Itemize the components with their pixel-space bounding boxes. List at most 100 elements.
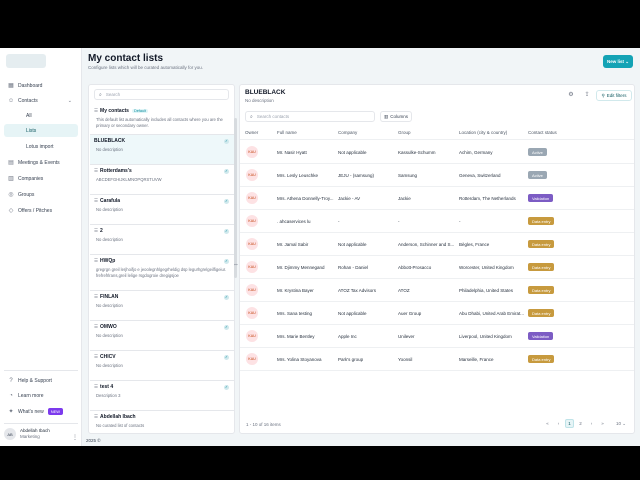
- sidebar-item-lists[interactable]: Lists: [4, 124, 78, 137]
- list-item[interactable]: ☰ HWQp gregrgn greil lerjhoifjo e jeooleg…: [90, 255, 234, 291]
- sidebar-item-lotus-import[interactable]: Lotus import: [4, 140, 78, 153]
- search-icon: ⌕: [250, 113, 253, 120]
- table-row[interactable]: KAU Mr. Djimmy Mennegand Rohan - Daniel Abb…: [240, 256, 634, 279]
- list-icon: ☰: [94, 294, 99, 299]
- header-divider: [240, 139, 634, 140]
- cell-name: Mrs. Marie Bentley: [277, 334, 315, 339]
- list-title: BLUEBLACK: [245, 89, 286, 96]
- page-2-button[interactable]: 2: [576, 419, 585, 428]
- list-item[interactable]: ☰ Carafula No description ✓: [90, 195, 234, 225]
- column-header-group[interactable]: Group: [398, 130, 411, 135]
- settings-icon[interactable]: ⚙: [567, 91, 575, 99]
- list-description: No description: [96, 147, 123, 152]
- check-icon: ✓: [224, 325, 229, 330]
- sidebar-item-all[interactable]: All: [4, 109, 78, 122]
- list-item[interactable]: ☰ test 4 Description 3 ✓: [90, 381, 234, 411]
- table-row[interactable]: KAU Mr. Jamal Sabir Not applicable Anderson…: [240, 233, 634, 256]
- status-badge: Data entry: [528, 355, 555, 363]
- cell-name: Mrs. Yolina Stoyanova: [277, 357, 322, 362]
- cell-company: Not applicable: [338, 311, 367, 316]
- sidebar-item-help[interactable]: ? Help & Support: [4, 374, 78, 387]
- list-icon: ☰: [94, 324, 99, 329]
- table-row[interactable]: KAU Mr. Krystina Bayer ATOZ Tax Advisors AT…: [240, 279, 634, 302]
- table-row[interactable]: KAU Mrs. Athena Donnelly-Troy... Jackie - …: [240, 187, 634, 210]
- list-item[interactable]: ☰ FINLAN No description ✓: [90, 291, 234, 321]
- contacts-search-input[interactable]: ⌕ Search contacts: [245, 111, 375, 122]
- sidebar-item-learn-more[interactable]: ◔ Learn more: [4, 389, 78, 402]
- dashboard-icon: ▦: [8, 82, 14, 89]
- sidebar-item-contacts[interactable]: ☺ Contacts ⌄: [4, 94, 78, 107]
- cell-name: Mrs. Athena Donnelly-Troy...: [277, 196, 334, 201]
- cell-group: Yoonsil: [398, 357, 413, 362]
- list-description: No description: [96, 303, 123, 308]
- chevron-down-icon: ⌄: [67, 97, 72, 104]
- sidebar-item-dashboard[interactable]: ▦ Dashboard: [4, 79, 78, 92]
- list-description: No description: [96, 237, 123, 242]
- table-row[interactable]: KAU Mrs. Marie Bentley Apple Inc Unilever Li…: [240, 325, 634, 348]
- avatar: AB: [4, 428, 16, 440]
- first-page-button[interactable]: «: [543, 419, 552, 428]
- next-page-button[interactable]: ›: [587, 419, 596, 428]
- list-item[interactable]: ☰ CHICV No description ✓: [90, 351, 234, 381]
- list-item[interactable]: ☰ Abdellah Ibach No curated list of conta…: [90, 411, 234, 433]
- user-profile[interactable]: AB Abdellah Ibach Marketing: [4, 428, 50, 440]
- user-role: Marketing: [20, 434, 40, 439]
- cell-location: Worcester, United Kingdom: [459, 265, 514, 270]
- cell-group: ATOZ: [398, 288, 410, 293]
- page-size-select[interactable]: 10 ⌄: [612, 419, 630, 428]
- list-icon: ☰: [94, 258, 99, 263]
- cell-group: Kassulke-Schumm: [398, 150, 436, 155]
- export-icon[interactable]: ⇪: [583, 91, 591, 99]
- list-item[interactable]: ☰ OMWO No description ✓: [90, 321, 234, 351]
- cell-company: Not applicable: [338, 150, 367, 155]
- prev-page-button[interactable]: ‹: [554, 419, 563, 428]
- more-options-icon[interactable]: ⋮: [72, 434, 78, 441]
- column-header-full-name[interactable]: Full name: [277, 130, 297, 135]
- table-row[interactable]: KAU Mrs. Sana testing Not applicable Auer G…: [240, 302, 634, 325]
- list-item[interactable]: ☰ My contacts Default This default list au…: [90, 105, 234, 135]
- new-list-button[interactable]: New list ⌄: [603, 55, 633, 68]
- cell-name: Mrs. Sana testing: [277, 311, 313, 316]
- column-header-owner[interactable]: Owner: [245, 130, 258, 135]
- column-header-status[interactable]: Contact status: [528, 130, 557, 135]
- cell-name: Mr. Djimmy Mennegand: [277, 265, 325, 270]
- sidebar-item-groups[interactable]: ◎ Groups: [4, 188, 78, 201]
- cell-name: Mrs. Lesly Leuschke: [277, 173, 319, 178]
- page-1-button[interactable]: 1: [565, 419, 574, 428]
- pagination-summary: 1 - 10 of 16 items: [246, 422, 281, 427]
- sidebar-item-offers[interactable]: ◇ Offers / Pitches: [4, 204, 78, 217]
- sidebar-item-meetings[interactable]: ▤ Meetings & Events: [4, 156, 78, 169]
- status-badge: Active: [528, 171, 547, 179]
- table-row[interactable]: KAU . ahcaservices lu - - - Data entry: [240, 210, 634, 233]
- check-icon: ✓: [224, 295, 229, 300]
- lists-scrollbar[interactable]: [234, 118, 237, 278]
- filter-icon: ⚲: [601, 92, 605, 98]
- column-header-company[interactable]: Company: [338, 130, 357, 135]
- list-item[interactable]: BLUEBLACK No description ✓: [90, 135, 234, 165]
- list-item[interactable]: ☰ Rotterdams's ABCDEFGHIJKLMNOPQRSTUVW ✓: [90, 165, 234, 195]
- check-icon: ✓: [224, 259, 229, 264]
- table-row[interactable]: KAU Mrs. Yolina Stoyanova Park's group Yoon…: [240, 348, 634, 371]
- last-page-button[interactable]: »: [598, 419, 607, 428]
- table-row[interactable]: KAU Mr. Nasir Hyatt Not applicable Kassulke…: [240, 141, 634, 164]
- cell-company: Apple Inc: [338, 334, 357, 339]
- sparkle-icon: ✦: [8, 408, 14, 415]
- sidebar-item-companies[interactable]: ▥ Companies: [4, 172, 78, 185]
- calendar-icon: ▤: [8, 159, 14, 166]
- list-search-input[interactable]: ⌕ Search: [94, 89, 229, 100]
- sidebar-item-whats-new[interactable]: ✦ What's new NEW: [4, 405, 78, 418]
- cell-location: Achim, Germany: [459, 150, 493, 155]
- list-item[interactable]: ☰ 2 No description ✓: [90, 225, 234, 255]
- default-badge: Default: [131, 109, 148, 113]
- cell-group: -: [398, 219, 400, 224]
- list-icon: ☰: [94, 414, 99, 419]
- table-row[interactable]: KAU Mrs. Lesly Leuschke JEJU - (samsung) Sa…: [240, 164, 634, 187]
- column-header-location[interactable]: Location (city & country): [459, 130, 507, 135]
- edit-filters-button[interactable]: ⚲ Edit filters: [596, 90, 632, 101]
- owner-avatar: KAU: [246, 261, 258, 273]
- cell-location: Liverpool, United Kingdom: [459, 334, 512, 339]
- status-badge: Data entry: [528, 263, 555, 271]
- cell-name: Mr. Nasir Hyatt: [277, 150, 307, 155]
- sidebar-divider: [4, 423, 78, 424]
- columns-button[interactable]: ▥ Columns: [380, 111, 412, 122]
